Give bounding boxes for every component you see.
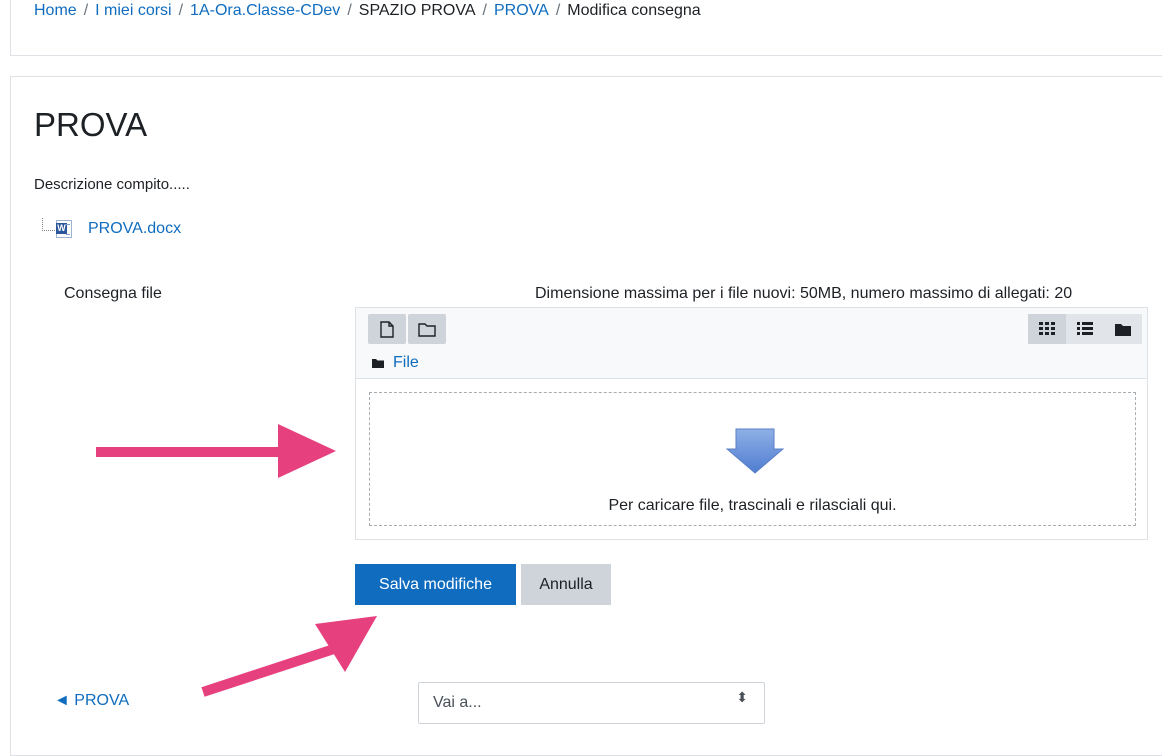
breadcrumb-current: Modifica consegna: [567, 2, 701, 19]
annotation-arrow-icon: [201, 616, 377, 697]
dropzone-message: Per caricare file, trascinali e rilascia…: [608, 497, 897, 514]
previous-activity-link[interactable]: ◄ PROVA: [54, 692, 129, 710]
breadcrumb-course[interactable]: 1A-Ora.Classe-CDev: [190, 2, 340, 19]
breadcrumb-separator: /: [555, 2, 561, 19]
new-file-icon: [380, 320, 394, 338]
jump-to-value: Vai a...: [433, 694, 482, 711]
tree-view-icon: [1115, 323, 1131, 336]
breadcrumb-assignment[interactable]: PROVA: [494, 2, 549, 19]
add-file-button[interactable]: [368, 314, 406, 344]
breadcrumb-my-courses[interactable]: I miei corsi: [95, 2, 171, 19]
breadcrumb-section: SPAZIO PROVA: [358, 2, 476, 19]
save-changes-button[interactable]: Salva modifiche: [355, 564, 516, 605]
upload-limits-text: Dimensione massima per i file nuovi: 50M…: [535, 285, 1073, 302]
breadcrumb: Home / I miei corsi / 1A-Ora.Classe-CDev / SPA…: [34, 2, 701, 20]
tree-connector: [42, 218, 55, 231]
page-title: PROVA: [34, 106, 148, 143]
breadcrumb-separator: /: [178, 2, 184, 19]
file-manager: File Per caricare file, trascinali e ril…: [355, 307, 1148, 540]
grid-view-button[interactable]: [1028, 314, 1066, 344]
list-view-button[interactable]: [1066, 314, 1104, 344]
create-folder-button[interactable]: [408, 314, 446, 344]
file-path: File: [372, 354, 419, 372]
list-view-icon: [1077, 322, 1093, 335]
assignment-description: Descrizione compito.....: [34, 176, 190, 193]
upload-arrow-icon: [726, 428, 784, 474]
file-dropzone[interactable]: Per caricare file, trascinali e rilascia…: [369, 392, 1136, 526]
file-manager-toolbar: File: [356, 308, 1147, 379]
submission-field-label: Consegna file: [64, 285, 162, 302]
annotation-arrow-icon: [96, 424, 336, 478]
new-folder-icon: [418, 322, 436, 337]
tree-view-button[interactable]: [1104, 314, 1142, 344]
breadcrumb-separator: /: [347, 2, 352, 19]
jump-to-select[interactable]: Vai a... ⬍: [418, 682, 765, 724]
select-caret-icon: ⬍: [736, 689, 748, 705]
attachment-link[interactable]: PROVA.docx: [88, 220, 181, 238]
cancel-button[interactable]: Annulla: [521, 564, 611, 605]
word-doc-icon: W: [56, 220, 72, 238]
breadcrumb-home[interactable]: Home: [34, 2, 77, 19]
path-root-link[interactable]: File: [393, 354, 419, 372]
breadcrumb-separator: /: [83, 2, 89, 19]
breadcrumb-separator: /: [482, 2, 487, 19]
folder-icon: [372, 359, 384, 368]
grid-view-icon: [1039, 322, 1055, 335]
